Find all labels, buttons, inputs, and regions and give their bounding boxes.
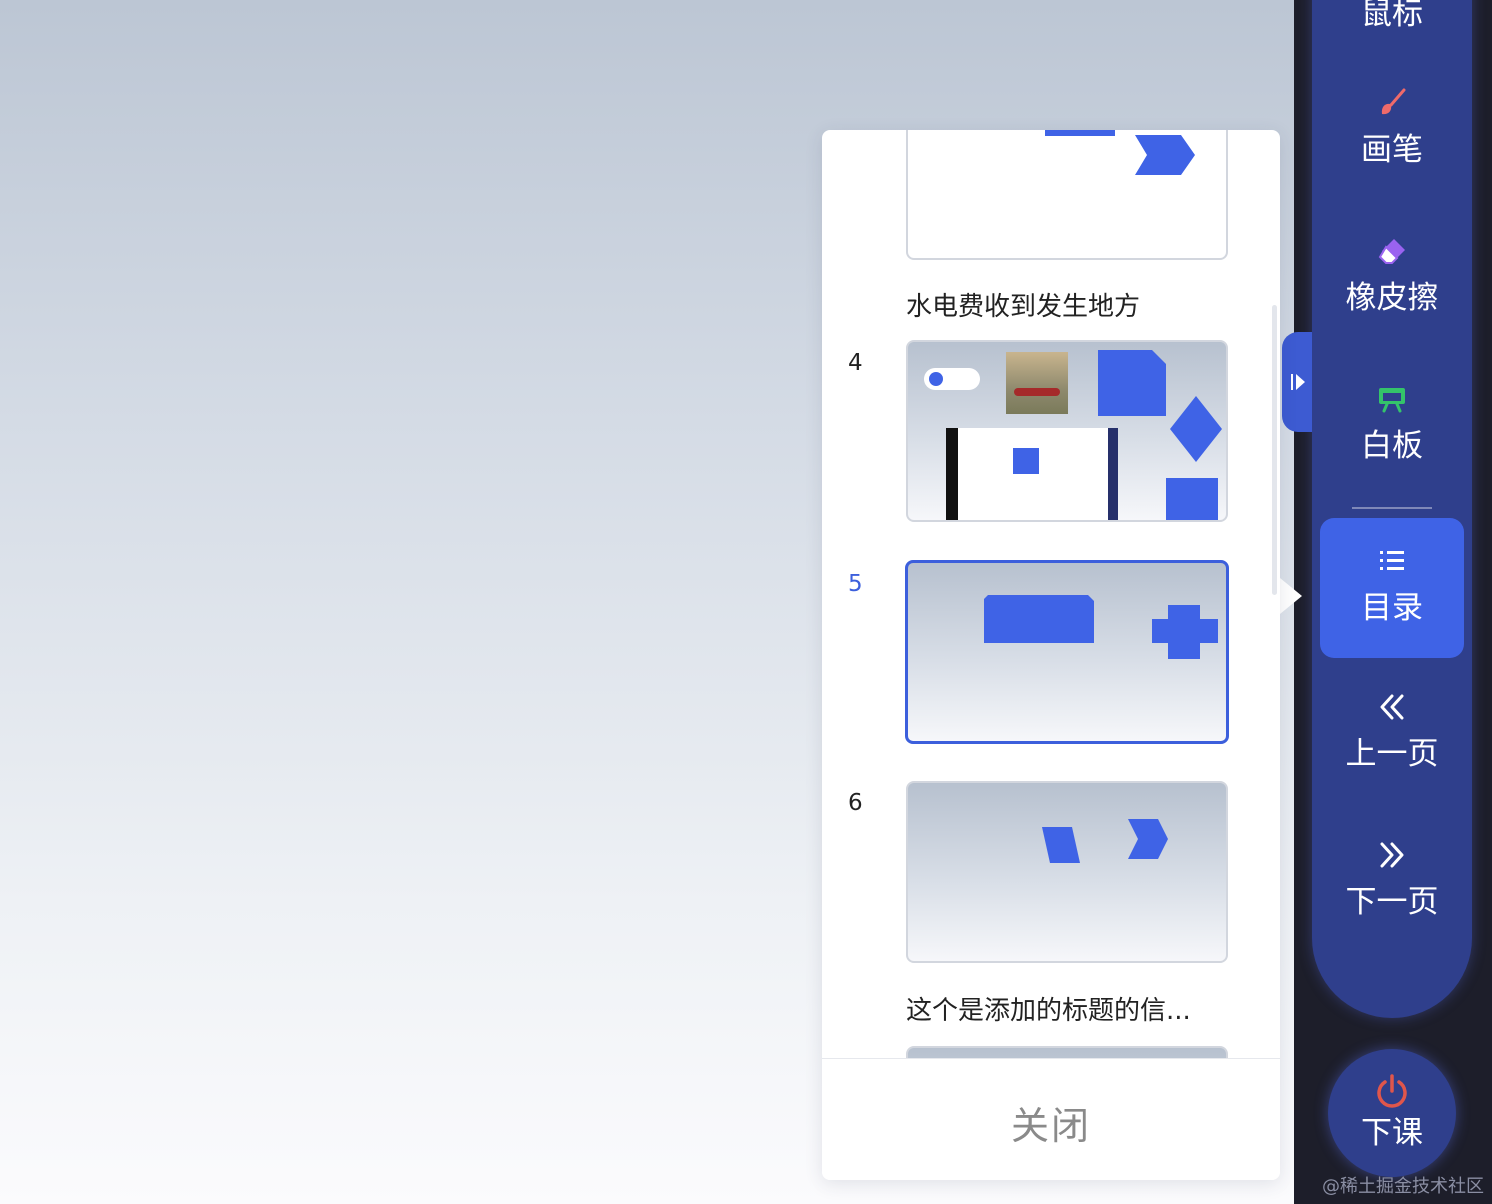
tool-brush-label: 画笔 <box>1361 132 1423 168</box>
flower-image <box>1006 352 1068 414</box>
end-class-label: 下课 <box>1361 1115 1423 1151</box>
collapse-arrow-icon <box>1291 374 1305 390</box>
tool-eraser[interactable]: 橡皮擦 <box>1312 236 1472 316</box>
whiteboard-icon <box>1379 388 1405 413</box>
tool-catalog-label: 目录 <box>1361 590 1423 626</box>
slide-shape <box>1170 396 1222 462</box>
tool-prev-page[interactable]: 上一页 <box>1312 692 1472 772</box>
end-class-button[interactable]: 下课 <box>1328 1049 1456 1177</box>
tool-mouse[interactable]: 鼠标 <box>1312 0 1472 32</box>
tool-brush[interactable]: 画笔 <box>1312 88 1472 168</box>
list-icon <box>1380 551 1404 570</box>
slide-shape <box>1045 130 1115 136</box>
slide-list-scrollbar[interactable] <box>1272 305 1277 595</box>
toolbar: 鼠标 画笔 橡皮擦 白板 目录 上一页 下一页 <box>1312 0 1472 1018</box>
toolbar-divider <box>1352 507 1432 509</box>
tool-next-page-label: 下一页 <box>1345 884 1439 920</box>
screenshot-image <box>946 428 1118 520</box>
double-chevron-right-icon <box>1380 842 1404 868</box>
mini-player <box>924 368 980 390</box>
slide-shape <box>984 595 1094 643</box>
slide-shape <box>1128 819 1168 859</box>
slide-catalog-panel: 水电费收到发生地方 4 5 6 这个是添加的标题的信... 关闭 <box>822 130 1280 1180</box>
tool-mouse-label: 鼠标 <box>1361 0 1423 32</box>
slide-number: 5 <box>848 571 863 597</box>
slide-shape <box>1042 827 1080 863</box>
close-button[interactable]: 关闭 <box>1011 1095 1091 1150</box>
slide-caption: 这个是添加的标题的信... <box>906 996 1191 1026</box>
power-icon <box>1377 1074 1407 1108</box>
slide-thumbnail-4[interactable] <box>906 340 1228 522</box>
slide-list[interactable]: 水电费收到发生地方 4 5 6 这个是添加的标题的信... <box>822 130 1280 1058</box>
slide-number: 6 <box>848 790 863 816</box>
slide-shape <box>1098 350 1166 416</box>
panel-pointer <box>1280 578 1302 614</box>
play-icon <box>929 372 943 386</box>
tool-prev-page-label: 上一页 <box>1345 736 1439 772</box>
brush-icon <box>1381 88 1406 115</box>
slide-shape <box>1166 478 1218 520</box>
eraser-icon <box>1378 239 1405 264</box>
collapse-panel-tab[interactable] <box>1282 332 1312 432</box>
slide-number: 4 <box>848 350 863 376</box>
tool-eraser-label: 橡皮擦 <box>1345 280 1439 316</box>
slide-thumbnail-5[interactable] <box>905 560 1229 744</box>
tool-next-page[interactable]: 下一页 <box>1312 840 1472 920</box>
tool-whiteboard[interactable]: 白板 <box>1312 384 1472 464</box>
panel-footer: 关闭 <box>822 1058 1280 1180</box>
slide-shape <box>1135 135 1195 175</box>
watermark: @稀土掘金技术社区 <box>1322 1176 1484 1197</box>
slide-shape <box>1152 605 1218 659</box>
tool-catalog[interactable]: 目录 <box>1312 546 1472 626</box>
slide-caption: 水电费收到发生地方 <box>906 292 1141 322</box>
slide-thumbnail-6[interactable] <box>906 781 1228 963</box>
double-chevron-left-icon <box>1380 694 1404 720</box>
slide-thumbnail-3[interactable] <box>906 130 1228 260</box>
tool-whiteboard-label: 白板 <box>1361 428 1423 464</box>
slide-thumbnail-7[interactable] <box>906 1046 1228 1058</box>
